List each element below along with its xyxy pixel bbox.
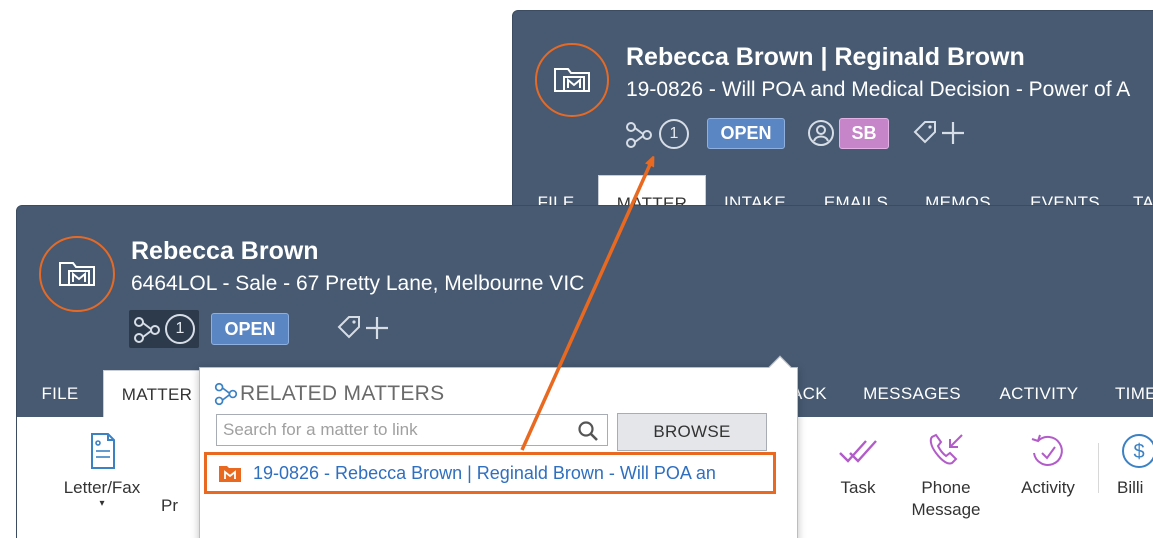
status-badge[interactable]: OPEN: [211, 313, 289, 345]
ribbon-label: Task: [840, 478, 876, 497]
phone-message-icon: [929, 433, 963, 465]
activity-icon: [1031, 434, 1063, 466]
svg-text:$: $: [1133, 441, 1144, 463]
matter-subtitle: 6464LOL - Sale - 67 Pretty Lane, Melbour…: [131, 272, 585, 295]
related-matters-popover: RELATED MATTERS BROWSE 19-0826 - Rebecca…: [199, 355, 798, 538]
search-icon[interactable]: [577, 420, 599, 442]
status-badge[interactable]: OPEN: [707, 118, 785, 149]
matter-search-box: [216, 414, 608, 446]
matter-logo-icon: [535, 43, 609, 117]
related-matter-link[interactable]: 19-0826 - Rebecca Brown | Reginald Brown…: [253, 463, 716, 484]
dropdown-caret-icon[interactable]: ▾: [57, 499, 147, 509]
ribbon-label: Pr: [161, 496, 178, 515]
task-icon: [839, 440, 877, 463]
matter-meta-bar: 1 OPEN SB: [625, 117, 1153, 153]
add-tag-icon[interactable]: [909, 118, 971, 150]
related-count-badge[interactable]: 1: [659, 119, 689, 149]
billing-button[interactable]: $ Billi: [1117, 431, 1153, 499]
matter-title: Rebecca Brown | Reginald Brown: [626, 43, 1025, 71]
precedent-button[interactable]: Pr: [161, 431, 201, 517]
related-matters-toggle[interactable]: 1: [129, 310, 199, 348]
add-tag-icon[interactable]: [333, 313, 395, 345]
matter-subtitle: 19-0826 - Will POA and Medical Decision …: [626, 78, 1131, 101]
phone-message-button[interactable]: Phone Message: [901, 431, 991, 521]
related-matters-icon[interactable]: [625, 121, 653, 149]
letter-fax-button[interactable]: Letter/Fax ▾: [57, 431, 147, 509]
tab-time[interactable]: TIME: [1115, 370, 1153, 418]
ribbon-label: Billi: [1117, 478, 1144, 497]
matter-search-input[interactable]: [217, 415, 607, 445]
matter-meta-bar: 1 OPEN: [129, 310, 429, 348]
related-matters-icon: [214, 382, 238, 406]
tab-activity[interactable]: ACTIVITY: [997, 370, 1081, 418]
task-button[interactable]: Task: [813, 431, 903, 499]
matter-folder-icon: [219, 466, 241, 482]
ribbon-divider: [1098, 443, 1099, 493]
popover-title: RELATED MATTERS: [240, 382, 445, 405]
ribbon-label-line2: Message: [911, 500, 981, 519]
related-matter-result[interactable]: 19-0826 - Rebecca Brown | Reginald Brown…: [204, 452, 776, 494]
tab-matter[interactable]: MATTER: [103, 370, 211, 418]
tab-file[interactable]: FILE: [31, 370, 89, 418]
ribbon-label: Activity: [1021, 478, 1075, 497]
billing-icon: $: [1122, 434, 1153, 468]
user-icon: [808, 120, 834, 146]
back-matter-window: Rebecca Brown | Reginald Brown 19-0826 -…: [512, 10, 1153, 230]
related-matters-icon: [134, 317, 160, 343]
assignee-badge[interactable]: SB: [839, 118, 889, 149]
related-count-badge: 1: [165, 314, 195, 344]
ribbon-label: Phone: [921, 478, 971, 497]
browse-button[interactable]: BROWSE: [617, 413, 767, 451]
tab-messages[interactable]: MESSAGES: [862, 370, 962, 418]
matter-title: Rebecca Brown: [131, 237, 319, 265]
letter-icon: [91, 433, 115, 469]
activity-button[interactable]: Activity: [1003, 431, 1093, 499]
matter-logo-icon: [39, 236, 115, 312]
screenshot-stage: Rebecca Brown | Reginald Brown 19-0826 -…: [0, 0, 1153, 538]
ribbon-label: Letter/Fax: [63, 478, 141, 497]
